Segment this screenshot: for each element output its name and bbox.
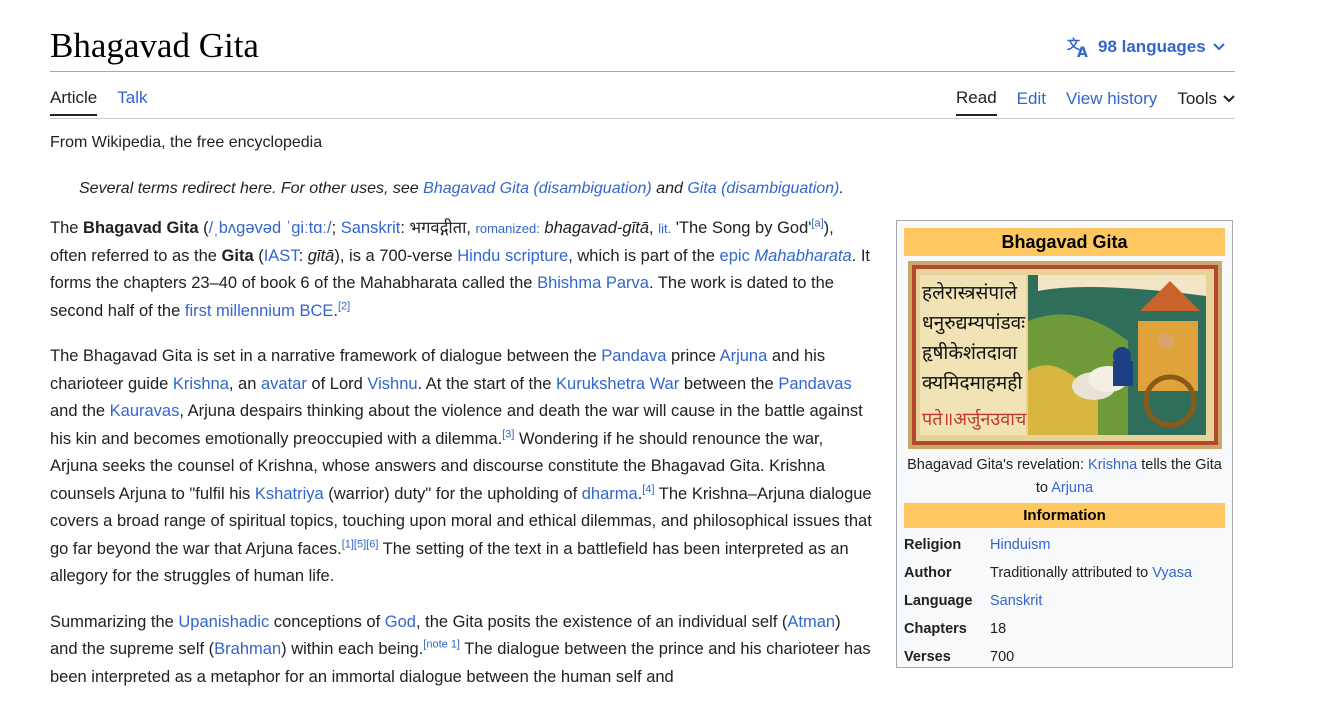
infobox-row-language: Language Sanskrit: [904, 587, 1232, 615]
hindu-scripture-link[interactable]: Hindu scripture: [457, 247, 568, 265]
infobox-label: Religion: [904, 537, 962, 553]
infobox-label: Verses: [904, 649, 951, 665]
manuscript-line: क्यमिदमाहमही: [922, 371, 1023, 394]
note-1[interactable]: [note 1]: [423, 639, 460, 651]
infobox-row-religion: Religion Hinduism: [904, 531, 1232, 559]
infobox: Bhagavad Gita हलेरास्त्रसंपाले धनुरुद्यम…: [896, 220, 1233, 668]
chapters-value: 18: [990, 621, 1007, 637]
language-button[interactable]: 文 A 98 languages: [1067, 36, 1225, 58]
caption-krishna-link[interactable]: Krishna: [1088, 457, 1137, 473]
bold-term: Gita: [221, 246, 254, 265]
infobox-row-chapters: Chapters 18: [904, 615, 1232, 643]
pandava-link[interactable]: Pandava: [601, 347, 666, 365]
ref-1-5-6[interactable]: [1][5][6]: [342, 538, 379, 550]
verses-value: 700: [990, 649, 1015, 665]
ipa-link[interactable]: /ˌbʌɡəvəd ˈɡiːtɑː/: [209, 219, 332, 237]
tools-label: Tools: [1177, 88, 1217, 108]
infobox-row-author: Author Traditionally attributed to Vyasa: [904, 559, 1232, 587]
infobox-label: Author: [904, 565, 952, 581]
namespace-tabs: Article Talk: [50, 88, 147, 116]
author-value: Traditionally attributed to Vyasa: [990, 565, 1193, 581]
kshatriya-link[interactable]: Kshatriya: [255, 485, 324, 503]
ref-2[interactable]: [2]: [338, 300, 350, 312]
tab-article[interactable]: Article: [50, 88, 98, 116]
ref-4[interactable]: [4]: [642, 483, 654, 495]
infobox-row-verses: Verses 700: [904, 643, 1232, 671]
paragraph-summary: Summarizing the Upanishadic conceptions …: [50, 612, 871, 686]
paragraph-intro: The Bhagavad Gita (/ˌbʌɡəvəd ˈɡiːtɑː/; S…: [50, 217, 871, 320]
gita-disambiguation-link[interactable]: Gita (disambiguation): [687, 180, 839, 197]
tab-edit[interactable]: Edit: [1017, 89, 1046, 116]
infobox-label: Language: [904, 593, 973, 609]
god-link[interactable]: God: [385, 613, 416, 631]
pandavas-link[interactable]: Pandavas: [778, 375, 851, 393]
tab-read[interactable]: Read: [956, 88, 997, 116]
infobox-label: Chapters: [904, 621, 967, 637]
epic-link[interactable]: epic: [720, 247, 750, 265]
religion-link[interactable]: Hinduism: [990, 537, 1050, 553]
paragraph-narrative: The Bhagavad Gita is set in a narrative …: [50, 347, 872, 585]
view-tabs: Read Edit View history Tools: [956, 88, 1235, 116]
manuscript-line: हलेरास्त्रसंपाले: [922, 281, 1018, 304]
kurukshetra-war-link[interactable]: Kurukshetra War: [556, 375, 679, 393]
hatnote-text: .: [839, 180, 844, 197]
ref-a[interactable]: [a]: [811, 218, 823, 230]
infobox-section-header: Information: [904, 503, 1225, 528]
caption-arjuna-link[interactable]: Arjuna: [1051, 480, 1093, 496]
tab-talk[interactable]: Talk: [117, 88, 147, 116]
vishnu-link[interactable]: Vishnu: [367, 375, 417, 393]
manuscript-line: हृषीकेशंतदावा: [922, 341, 1018, 364]
manuscript-line: धनुरुद्यम्यपांडवः: [922, 312, 1026, 335]
avatar-link[interactable]: avatar: [261, 375, 307, 393]
romanized-term: bhagavad-gītā: [544, 219, 650, 237]
tabs-divider: [50, 118, 1235, 119]
title-divider: [50, 71, 1235, 72]
lit-link[interactable]: lit.: [658, 221, 671, 236]
hatnote: Several terms redirect here. For other u…: [79, 180, 844, 198]
sanskrit-link[interactable]: Sanskrit: [341, 219, 401, 237]
bold-term: Bhagavad Gita: [83, 219, 199, 237]
romanized-link[interactable]: romanized:: [476, 221, 540, 236]
dharma-link[interactable]: dharma: [582, 485, 638, 503]
ref-3[interactable]: [3]: [502, 428, 514, 440]
manuscript-image[interactable]: हलेरास्त्रसंपाले धनुरुद्यम्यपांडवः हृषीक…: [908, 261, 1222, 449]
vyasa-link[interactable]: Vyasa: [1152, 565, 1192, 581]
language-label: 98 languages: [1098, 37, 1206, 56]
atman-link[interactable]: Atman: [787, 613, 835, 631]
manuscript-line: पते॥अर्जुनउवाच: [922, 408, 1027, 430]
arjuna-link[interactable]: Arjuna: [720, 347, 768, 365]
upanishadic-link[interactable]: Upanishadic: [178, 613, 269, 631]
translate-icon: 文 A: [1067, 37, 1088, 58]
infobox-caption: Bhagavad Gita's revelation: Krishna tell…: [907, 457, 1222, 496]
chevron-down-icon: [1223, 94, 1235, 102]
tools-menu[interactable]: Tools: [1177, 89, 1235, 116]
article-body: The Bhagavad Gita (/ˌbʌɡəvəd ˈɡiːtɑː/; S…: [50, 215, 872, 709]
krishna-link[interactable]: Krishna: [173, 375, 229, 393]
chevron-down-icon: [1213, 43, 1225, 51]
language-link[interactable]: Sanskrit: [990, 593, 1042, 609]
bhishma-parva-link[interactable]: Bhishma Parva: [537, 274, 649, 292]
infobox-title: Bhagavad Gita: [904, 228, 1225, 256]
hatnote-text: Several terms redirect here. For other u…: [79, 180, 424, 197]
first-millennium-link[interactable]: first millennium BCE: [185, 302, 334, 320]
tagline: From Wikipedia, the free encyclopedia: [50, 134, 323, 151]
kauravas-link[interactable]: Kauravas: [110, 402, 180, 420]
brahman-link[interactable]: Brahman: [214, 640, 281, 658]
hatnote-text: and: [651, 180, 688, 197]
iast-link[interactable]: IAST: [264, 247, 299, 265]
page-title: Bhagavad Gita: [50, 26, 259, 65]
tab-view-history[interactable]: View history: [1066, 89, 1157, 116]
mahabharata-link[interactable]: Mahabharata: [754, 247, 851, 265]
svg-text:A: A: [1077, 45, 1088, 58]
iast-term: gītā: [307, 246, 335, 265]
disambiguation-link[interactable]: Bhagavad Gita (disambiguation): [423, 180, 652, 197]
